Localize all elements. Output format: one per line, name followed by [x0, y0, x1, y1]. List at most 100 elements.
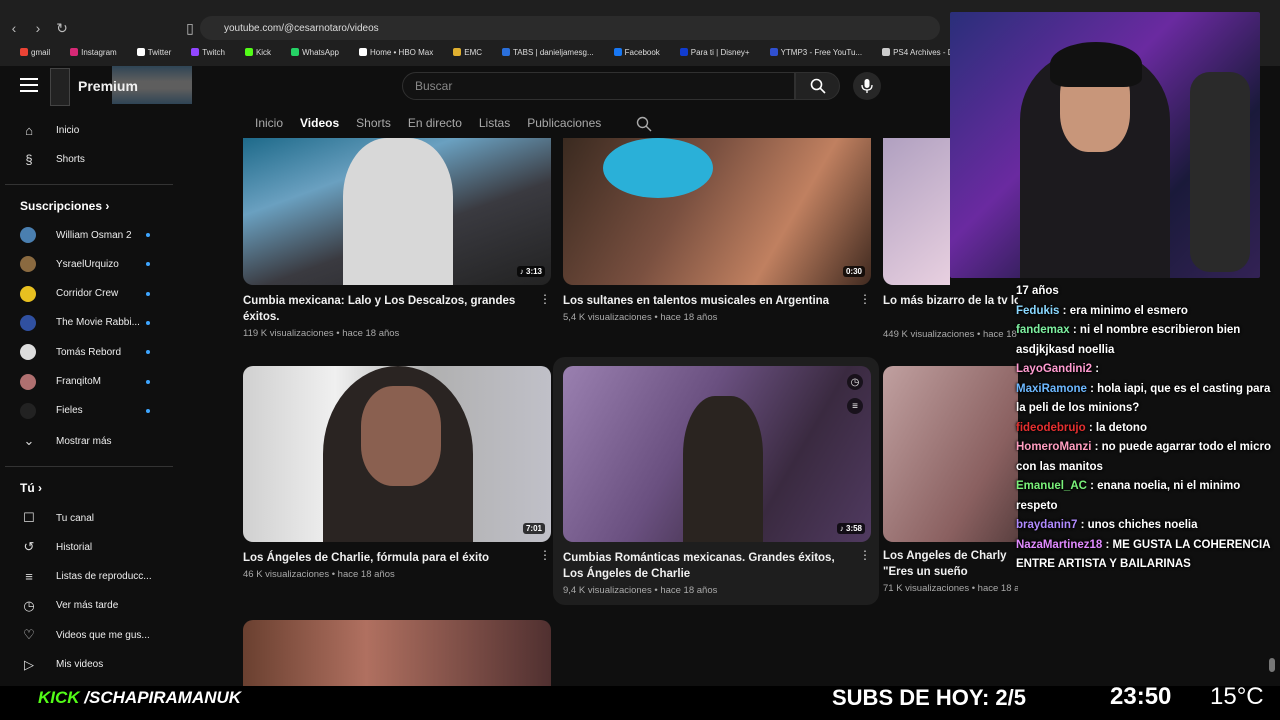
bookmark-item[interactable]: Kick — [235, 47, 271, 57]
video-card[interactable] — [883, 366, 1018, 542]
video-meta: 119 K visualizaciones • hace 18 años — [243, 328, 400, 339]
video-thumbnail[interactable]: 0:30 — [563, 138, 871, 285]
video-thumbnail[interactable]: 7:01 — [243, 366, 551, 542]
video-thumbnail[interactable] — [243, 620, 551, 686]
chat-message: NazaMartinez18 : ME GUSTA LA COHERENCIA … — [1016, 536, 1278, 575]
more-options-icon[interactable]: ⋮ — [539, 548, 551, 562]
chat-message: MaxiRamone : hola iapi, que es el castin… — [1016, 380, 1278, 419]
video-card[interactable]: ♪ 3:13 Cumbia mexicana: Lalo y Los Desca… — [243, 138, 553, 339]
avatar — [20, 256, 36, 273]
sidebar-item-label: Listas de reproducc... — [56, 571, 152, 583]
sidebar-item-label: Corridor Crew — [56, 288, 119, 300]
new-content-dot — [146, 350, 150, 355]
search-button[interactable] — [795, 72, 840, 100]
bookmark-item[interactable]: EMC — [443, 47, 482, 57]
bookmark-label: Twitch — [202, 47, 225, 57]
sidebar-item-shorts[interactable]: § Shorts — [20, 148, 170, 170]
youtube-header: Premium Buscar — [0, 66, 950, 108]
you-heading[interactable]: Tú › — [20, 481, 42, 495]
video-thumbnail[interactable]: ♪ 3:13 — [243, 138, 551, 285]
youtube-logo-icon[interactable] — [50, 68, 70, 106]
reload-icon[interactable]: ↻ — [52, 18, 72, 38]
premium-logo[interactable]: Premium — [78, 78, 138, 94]
video-title[interactable]: Cumbia mexicana: Lalo y Los Descalzos, g… — [243, 293, 528, 325]
video-thumbnail[interactable]: ◷ ≡ ♪ 3:58 — [563, 366, 871, 542]
sidebar-item-subscription[interactable]: William Osman 2 — [20, 224, 170, 246]
show-more-button[interactable]: ⌄ Mostrar más — [20, 430, 170, 452]
video-card[interactable]: ◷ ≡ ♪ 3:58 Cumbias Románticas mexicanas.… — [563, 366, 873, 596]
bookmark-item[interactable]: Facebook — [604, 47, 660, 57]
video-card[interactable] — [883, 138, 950, 285]
sidebar-item-you[interactable]: ≡ Listas de reproducc... — [20, 566, 170, 588]
video-card[interactable]: 7:01 Los Ángeles de Charlie, fórmula par… — [243, 366, 553, 580]
subscriptions-heading[interactable]: Suscripciones › — [20, 199, 109, 213]
chat-message: HomeroManzi : no puede agarrar todo el m… — [1016, 438, 1278, 477]
chat-message: 17 años — [1016, 282, 1278, 302]
chat-message: Fedukis : era minimo el esmero — [1016, 302, 1278, 322]
new-content-dot — [146, 379, 150, 384]
bookmark-icon[interactable]: ▯ — [180, 18, 200, 38]
video-thumbnail[interactable] — [883, 138, 950, 285]
bookmark-item[interactable]: Para ti | Disney+ — [670, 47, 750, 57]
bookmark-item[interactable]: TABS | danieljamesg... — [492, 47, 594, 57]
sidebar-item-home[interactable]: ⌂ Inicio — [20, 119, 170, 141]
chat-username: Fedukis — [1016, 304, 1060, 317]
video-title[interactable]: Cumbias Románticas mexicanas. Grandes éx… — [563, 550, 848, 582]
chat-text: : la detono — [1088, 421, 1147, 434]
watch-later-icon[interactable]: ◷ — [847, 374, 863, 390]
sidebar-item-you[interactable]: ↺ Historial — [20, 536, 170, 558]
sidebar-item-you[interactable]: ◷ Ver más tarde — [20, 595, 170, 617]
new-content-dot — [146, 291, 150, 296]
search-input[interactable]: Buscar — [402, 72, 795, 100]
url-bar[interactable]: youtube.com/@cesarnotaro/videos — [200, 16, 940, 40]
sidebar-item-subscription[interactable]: The Movie Rabbi... — [20, 312, 170, 334]
sidebar-item-subscription[interactable]: Tomás Rebord — [20, 341, 170, 363]
bookmark-label: Home • HBO Max — [369, 47, 434, 57]
avatar — [20, 344, 36, 361]
video-title[interactable]: Los Angeles de Charly "Eres un sueño cum… — [883, 548, 1018, 580]
video-meta: 46 K visualizaciones • hace 18 años — [243, 569, 395, 580]
bookmark-label: Para ti | Disney+ — [690, 47, 750, 57]
avatar — [20, 314, 36, 331]
forward-icon[interactable]: › — [28, 18, 48, 38]
bookmark-item[interactable]: gmail — [10, 47, 50, 57]
bookmark-item[interactable]: Instagram — [60, 47, 117, 57]
video-title[interactable]: Los Ángeles de Charlie, fórmula para el … — [243, 550, 528, 566]
sidebar-item-subscription[interactable]: Fieles — [20, 400, 170, 422]
avatar — [20, 373, 36, 390]
url-text: youtube.com/@cesarnotaro/videos — [224, 22, 379, 34]
sidebar-item-you[interactable]: ▷ Mis videos — [20, 654, 170, 676]
bookmark-item[interactable]: YTMP3 - Free YouTu... — [760, 47, 862, 57]
sidebar-item-you[interactable]: ☐ Tu canal — [20, 507, 170, 529]
sidebar-item-you[interactable]: ♡ Videos que me gus... — [20, 624, 170, 646]
bookmark-favicon-icon — [70, 47, 79, 56]
add-to-queue-icon[interactable]: ≡ — [847, 398, 863, 414]
bookmark-item[interactable]: PS4 Archives - D — [872, 47, 950, 57]
thumbnail-figure — [683, 396, 763, 542]
sidebar-item-subscription[interactable]: YsraelUrquizo — [20, 253, 170, 275]
chat-username: MaxiRamone — [1016, 382, 1087, 395]
more-options-icon[interactable]: ⋮ — [539, 292, 551, 306]
menu-icon[interactable] — [20, 78, 38, 92]
video-thumbnail[interactable] — [883, 366, 1018, 542]
channel-search-icon[interactable] — [636, 116, 652, 132]
bookmark-item[interactable]: WhatsApp — [281, 47, 339, 57]
voice-search-button[interactable] — [853, 72, 881, 100]
sidebar-item-subscription[interactable]: FranqitoM — [20, 371, 170, 393]
sidebar-item-label: Mis videos — [56, 659, 104, 670]
bookmark-item[interactable]: Home • HBO Max — [349, 47, 434, 57]
video-icon: ▷ — [24, 656, 34, 672]
more-options-icon[interactable]: ⋮ — [859, 292, 871, 306]
sidebar-item-subscription[interactable]: Corridor Crew — [20, 283, 170, 305]
bookmark-item[interactable]: Twitch — [181, 47, 225, 57]
duration-badge: 7:01 — [522, 523, 545, 534]
scrollbar[interactable] — [1269, 658, 1275, 672]
video-card[interactable] — [243, 620, 553, 686]
bookmark-item[interactable]: Twitter — [127, 47, 171, 57]
video-card[interactable]: 0:30 Los sultanes en talentos musicales … — [563, 138, 873, 323]
back-icon[interactable]: ‹ — [4, 18, 24, 38]
video-title[interactable]: Lo más bizarro de la tv los sultanes "Ma… — [883, 293, 1018, 309]
more-options-icon[interactable]: ⋮ — [859, 548, 871, 562]
video-title[interactable]: Los sultanes en talentos musicales en Ar… — [563, 293, 848, 309]
shorts-icon: § — [25, 151, 33, 167]
